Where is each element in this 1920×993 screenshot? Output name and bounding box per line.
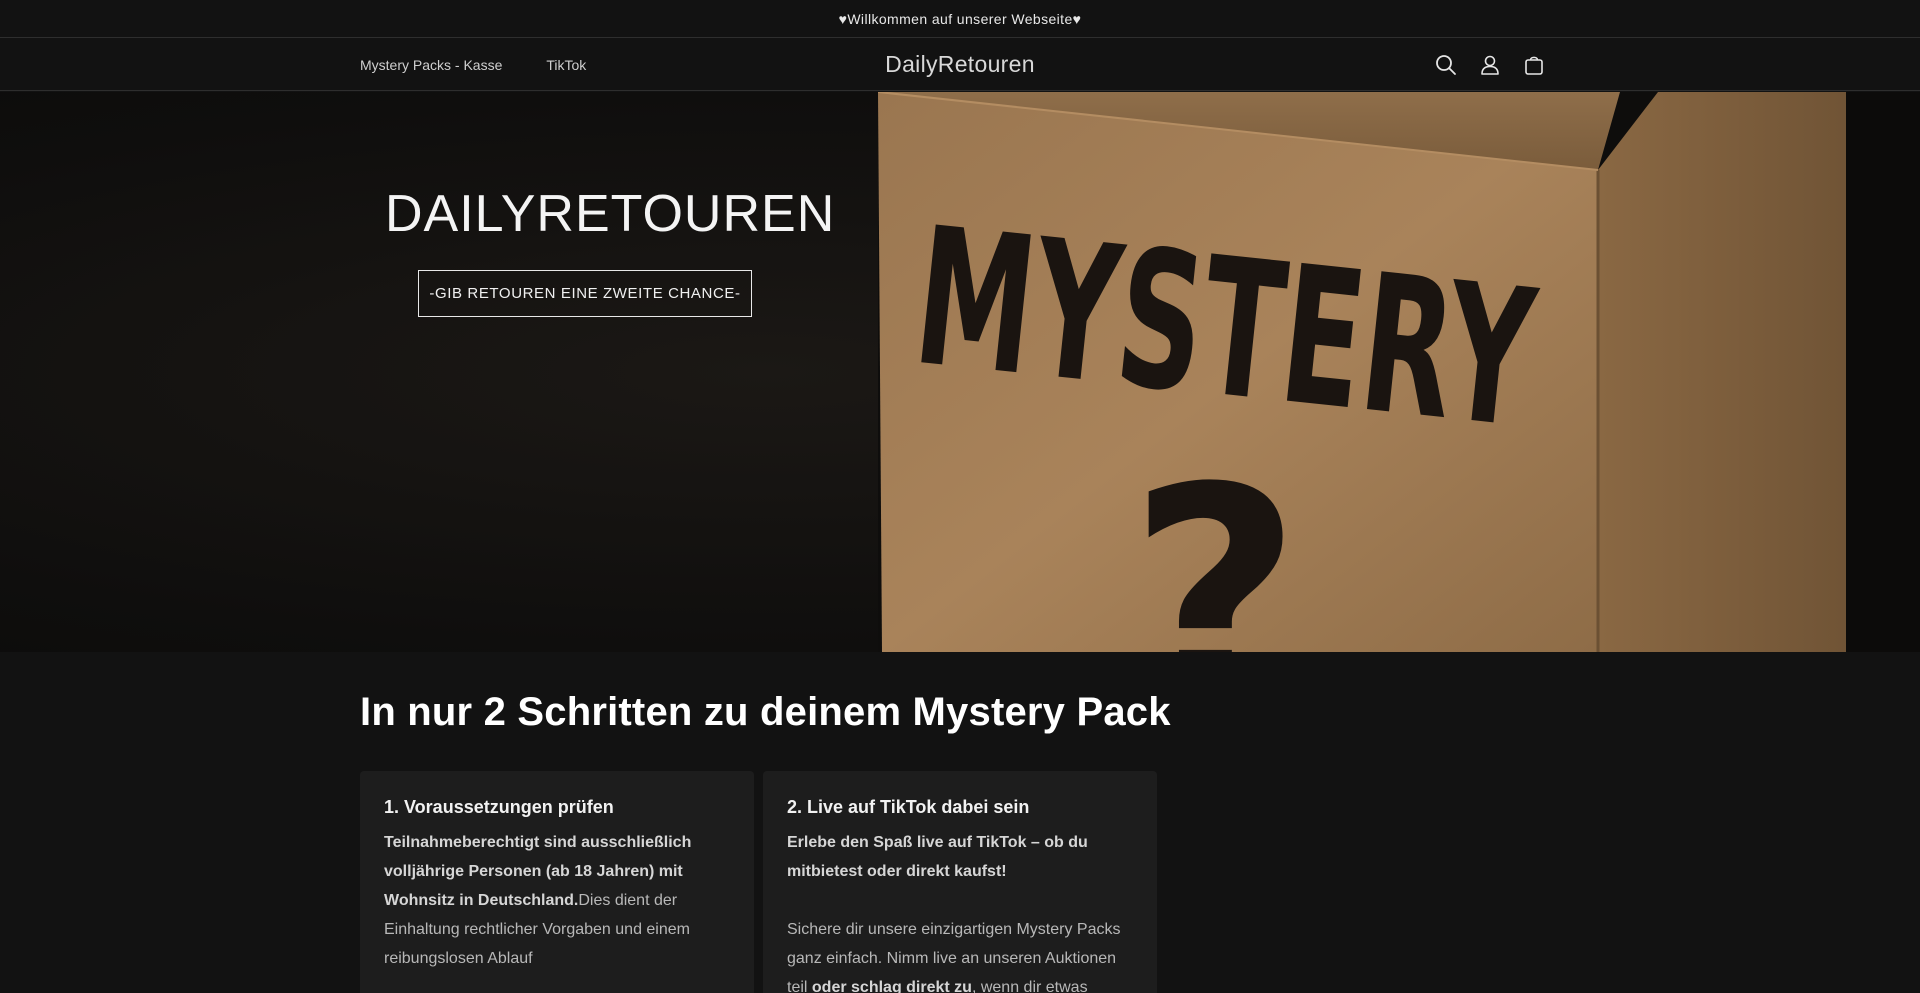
cart-icon[interactable] [1520,51,1548,79]
header-icons [1432,38,1548,91]
step-card-2-text: Sichere dir unsere einzigartigen Mystery… [787,915,1133,993]
hero-banner: MYSTERY ? DAILYRETOUREN -GIB RETOUREN EI… [0,92,1920,652]
hero-title: DAILYRETOUREN [385,185,836,243]
step-card-2-rest-c: , wenn dir etwas [971,979,1088,993]
step-card-1-heading: 1. Voraussetzungen prüfen [384,797,614,817]
nav-item-tiktok[interactable]: TikTok [546,57,586,73]
search-icon[interactable] [1432,51,1460,79]
step-card-2-intro: Erlebe den Spaß live auf TikTok – ob du … [787,828,1133,886]
announcement-text: ♥Willkommen auf unserer Webseite♥ [838,10,1082,27]
account-icon[interactable] [1476,51,1504,79]
steps-heading: In nur 2 Schritten zu deinem Mystery Pac… [360,690,1171,734]
site-logo[interactable]: DailyRetouren [885,51,1035,78]
hero-cta-button[interactable]: -GIB RETOUREN EINE ZWEITE CHANCE- [418,270,752,317]
step-card-1-text: Teilnahmeberechtigt sind ausschließlich … [384,828,730,973]
mystery-box-image: MYSTERY ? [878,92,1920,652]
step-card-2-bold: Erlebe den Spaß live auf TikTok – ob du … [787,834,1088,880]
announcement-bar: ♥Willkommen auf unserer Webseite♥ [0,0,1920,38]
nav-item-mystery-packs[interactable]: Mystery Packs - Kasse [360,57,502,73]
site-logo-wrap: DailyRetouren [0,38,1920,91]
site-header: Mystery Packs - Kasse TikTok DailyRetour… [0,38,1920,91]
step-card-2: 2. Live auf TikTok dabei sein Erlebe den… [763,771,1157,993]
step-card-2-heading: 2. Live auf TikTok dabei sein [787,797,1030,817]
mystery-question-mark: ? [1128,424,1302,652]
step-card-1: 1. Voraussetzungen prüfen Teilnahmeberec… [360,771,754,993]
step-card-2-rest-b: oder schlag direkt zu [811,979,972,993]
main-nav: Mystery Packs - Kasse TikTok [360,38,586,91]
